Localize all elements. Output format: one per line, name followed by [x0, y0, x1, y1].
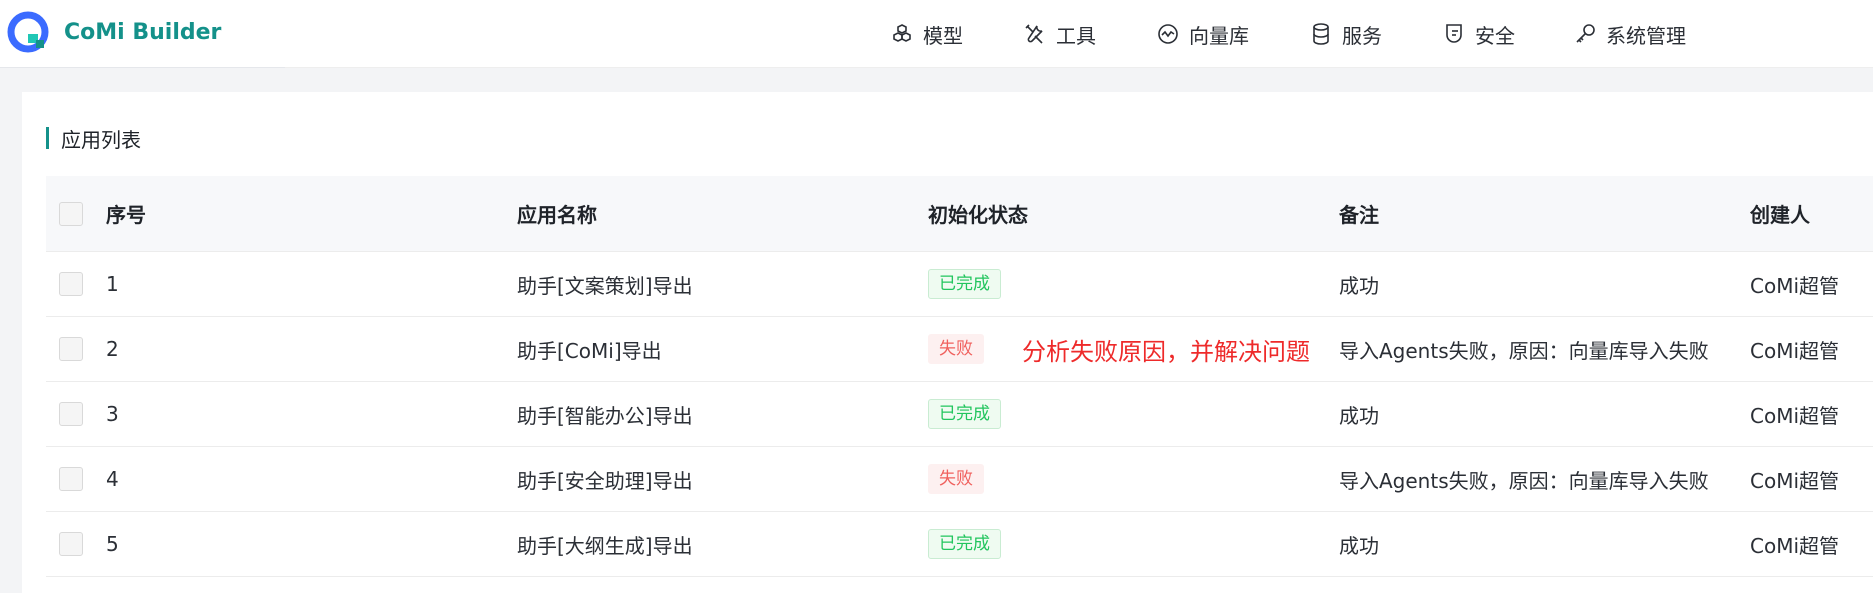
status-badge: 失败 — [928, 334, 984, 364]
table-row[interactable]: 5 助手[大纲生成]导出 已完成 成功 CoMi超管 — [46, 512, 1873, 577]
header-name: 应用名称 — [517, 203, 597, 227]
database-icon — [1313, 23, 1329, 45]
status-badge: 已完成 — [928, 269, 1001, 299]
shield-icon — [1446, 24, 1462, 43]
table-row[interactable]: 2 助手[CoMi]导出 失败 分析失败原因，并解决问题 导入Agents失败，… — [46, 317, 1873, 382]
vector-wave-icon — [1158, 24, 1178, 44]
table-row[interactable]: 4 助手[安全助理]导出 失败 导入Agents失败，原因：向量库导入失败 Co… — [46, 447, 1873, 512]
row-note: 成功 — [1339, 403, 1379, 428]
row-checkbox[interactable] — [59, 467, 83, 491]
top-nav: 模型 工具 向量库 服务 安全 系统管理 — [890, 14, 1686, 54]
header-divider — [285, 67, 1873, 68]
row-app-name: 助手[大纲生成]导出 — [517, 533, 693, 558]
model-cubes-icon — [893, 24, 911, 42]
nav-item-model[interactable]: 模型 — [890, 14, 963, 54]
status-badge: 失败 — [928, 464, 984, 494]
row-creator: CoMi超管 — [1750, 403, 1840, 428]
row-note: 导入Agents失败，原因：向量库导入失败 — [1339, 468, 1709, 493]
nav-label: 安全 — [1475, 23, 1515, 48]
red-annotation: 分析失败原因，并解决问题 — [1022, 337, 1310, 366]
nav-label: 模型 — [923, 23, 963, 48]
section-title-text: 应用列表 — [61, 127, 141, 152]
nav-label: 工具 — [1056, 23, 1096, 48]
comi-logo-icon — [7, 11, 49, 53]
status-badge: 已完成 — [928, 529, 1001, 559]
nav-item-service[interactable]: 服务 — [1309, 14, 1382, 54]
top-header: CoMi Builder 模型 工具 向量库 服务 安全 系统管理 — [0, 0, 1873, 68]
row-index: 1 — [106, 272, 119, 296]
row-note: 成功 — [1339, 533, 1379, 558]
row-checkbox[interactable] — [59, 272, 83, 296]
app-table: 序号 应用名称 初始化状态 备注 创建人 1 助手[文案策划]导出 已完成 成功… — [46, 176, 1873, 577]
nav-label: 服务 — [1342, 23, 1382, 48]
title-accent-bar — [46, 127, 49, 149]
row-creator: CoMi超管 — [1750, 338, 1840, 363]
content-panel: 应用列表 序号 应用名称 初始化状态 备注 创建人 1 助手[文案策划]导出 已… — [22, 92, 1873, 593]
status-badge: 已完成 — [928, 399, 1001, 429]
row-checkbox[interactable] — [59, 532, 83, 556]
section-title: 应用列表 — [46, 126, 141, 152]
row-app-name: 助手[安全助理]导出 — [517, 468, 693, 493]
table-header: 序号 应用名称 初始化状态 备注 创建人 — [46, 176, 1873, 252]
header-index: 序号 — [106, 203, 146, 227]
nav-item-vector[interactable]: 向量库 — [1156, 14, 1249, 54]
tools-icon — [1025, 24, 1043, 44]
nav-item-system[interactable]: 系统管理 — [1573, 14, 1686, 54]
row-creator: CoMi超管 — [1750, 533, 1840, 558]
key-icon — [1576, 24, 1595, 43]
row-app-name: 助手[文案策划]导出 — [517, 273, 693, 298]
nav-label: 系统管理 — [1606, 23, 1686, 48]
row-app-name: 助手[CoMi]导出 — [517, 338, 662, 363]
row-index: 5 — [106, 532, 119, 556]
brand-name[interactable]: CoMi Builder — [64, 18, 221, 48]
nav-item-tools[interactable]: 工具 — [1023, 14, 1096, 54]
row-index: 2 — [106, 337, 119, 361]
select-all-checkbox[interactable] — [59, 201, 83, 226]
header-divider — [0, 67, 285, 68]
nav-item-security[interactable]: 安全 — [1442, 14, 1515, 54]
row-checkbox[interactable] — [59, 337, 83, 361]
table-row[interactable]: 1 助手[文案策划]导出 已完成 成功 CoMi超管 — [46, 252, 1873, 317]
row-note: 成功 — [1339, 273, 1379, 298]
row-creator: CoMi超管 — [1750, 273, 1840, 298]
row-checkbox[interactable] — [59, 402, 83, 426]
table-row[interactable]: 3 助手[智能办公]导出 已完成 成功 CoMi超管 — [46, 382, 1873, 447]
row-note: 导入Agents失败，原因：向量库导入失败 — [1339, 338, 1709, 363]
header-creator: 创建人 — [1750, 203, 1810, 227]
row-index: 3 — [106, 402, 119, 426]
row-index: 4 — [106, 467, 119, 491]
header-note: 备注 — [1339, 203, 1379, 227]
row-app-name: 助手[智能办公]导出 — [517, 403, 693, 428]
header-status: 初始化状态 — [928, 203, 1028, 227]
row-creator: CoMi超管 — [1750, 468, 1840, 493]
nav-label: 向量库 — [1189, 23, 1249, 48]
